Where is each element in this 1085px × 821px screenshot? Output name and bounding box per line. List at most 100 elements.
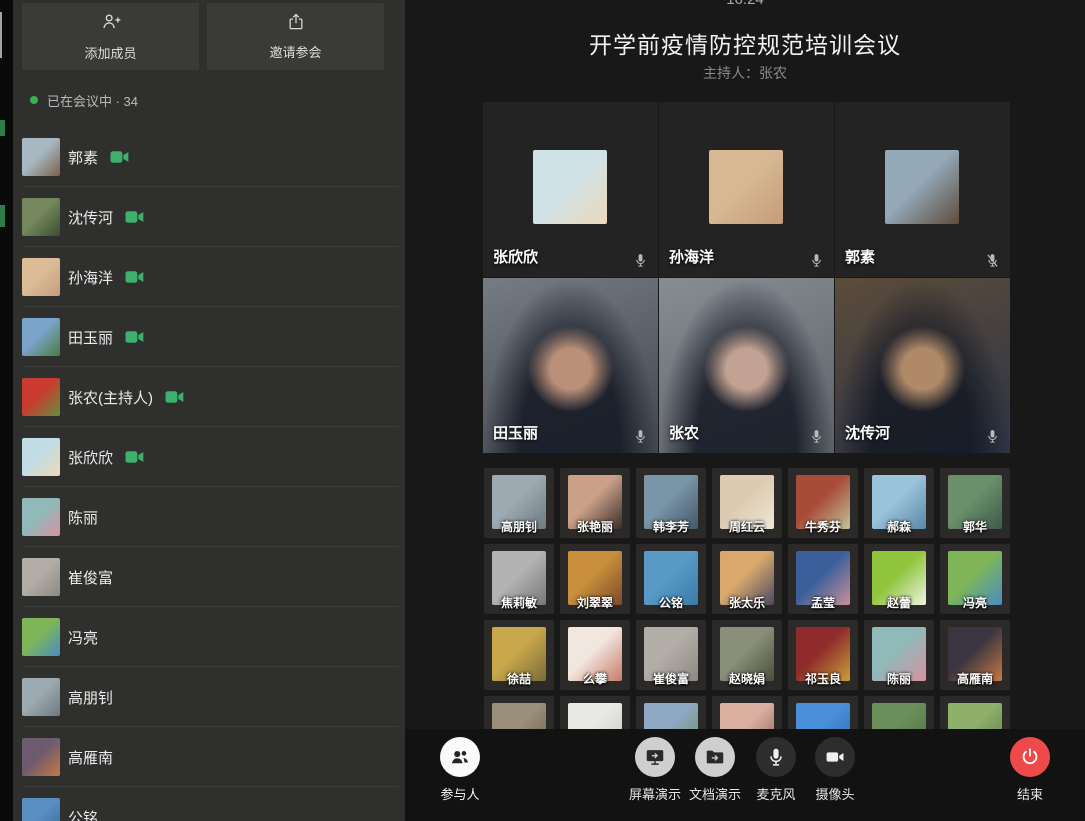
participant-name: 田玉丽	[68, 327, 113, 348]
thumbnail-name: 韩李芳	[636, 518, 706, 535]
thumbnail-tile[interactable]: 崔俊富	[636, 620, 706, 690]
featured-name: 张欣欣	[493, 246, 538, 267]
thumbnail-name: 陈丽	[864, 670, 934, 687]
participant-row[interactable]: 高朋钊	[13, 667, 405, 727]
status-dot	[30, 96, 38, 104]
participant-row[interactable]: 郭素	[13, 127, 405, 187]
invite-label: 邀请参会	[269, 42, 321, 61]
participant-name: 高朋钊	[68, 687, 113, 708]
thumbnail-tile[interactable]: 郝森	[864, 468, 934, 538]
participant-row[interactable]: 张农(主持人)	[13, 367, 405, 427]
edge-fragment	[0, 205, 5, 227]
participant-row[interactable]: 高雁南	[13, 727, 405, 787]
thumbnail-tile[interactable]: 周红云	[712, 468, 782, 538]
camera-icon	[815, 737, 855, 777]
thumbnail-tile[interactable]: 祁玉良	[788, 620, 858, 690]
invite-button[interactable]: 邀请参会	[207, 3, 384, 70]
thumbnail-grid: 高朋钊张艳丽韩李芳周红云牛秀芬郝森郭华焦莉敏刘翠翠公铭张太乐孟莹赵蕾冯亮徐喆么攀…	[484, 468, 1010, 766]
power-icon	[1010, 737, 1050, 777]
clock: 16:24	[405, 0, 1085, 8]
thumbnail-name: 高朋钊	[484, 518, 554, 535]
microphone-icon	[756, 737, 796, 777]
featured-video-tile[interactable]: 沈传河	[835, 278, 1010, 453]
featured-name: 沈传河	[845, 422, 890, 443]
participants-icon	[440, 737, 480, 777]
screen-share-icon	[635, 737, 675, 777]
participant-avatar	[22, 678, 60, 716]
thumbnail-tile[interactable]: 冯亮	[940, 544, 1010, 614]
thumbnail-tile[interactable]: 张太乐	[712, 544, 782, 614]
thumbnail-name: 徐喆	[484, 670, 554, 687]
participant-avatar	[22, 618, 60, 656]
participant-avatar	[22, 798, 60, 821]
participant-avatar	[22, 738, 60, 776]
mic-icon	[632, 428, 649, 445]
participant-row[interactable]: 张欣欣	[13, 427, 405, 487]
thumbnail-tile[interactable]: 孟莹	[788, 544, 858, 614]
participant-row[interactable]: 冯亮	[13, 607, 405, 667]
featured-video-grid: 张欣欣 孙海洋 郭素 田玉丽 张农 沈传河	[483, 102, 1010, 453]
thumbnail-tile[interactable]: 刘翠翠	[560, 544, 630, 614]
meeting-toolbar: 参与人 屏幕演示	[405, 729, 1085, 821]
featured-video-tile[interactable]: 田玉丽	[483, 278, 658, 453]
thumbnail-tile[interactable]: 高雁南	[940, 620, 1010, 690]
meeting-main-area: 16:24 开学前疫情防控规范培训会议 主持人：张农 张欣欣 孙海洋 郭素 田玉…	[405, 0, 1085, 821]
participant-row[interactable]: 陈丽	[13, 487, 405, 547]
add-member-button[interactable]: 添加成员	[22, 3, 199, 70]
camera-on-icon	[125, 450, 144, 464]
participant-name: 郭素	[68, 147, 98, 168]
participant-row[interactable]: 公铭	[13, 787, 405, 821]
thumbnail-name: 郝森	[864, 518, 934, 535]
featured-avatar	[533, 150, 607, 224]
thumbnail-tile[interactable]: 么攀	[560, 620, 630, 690]
thumbnail-tile[interactable]: 郭华	[940, 468, 1010, 538]
share-icon	[286, 12, 306, 35]
camera-on-icon	[125, 270, 144, 284]
thumbnail-tile[interactable]: 高朋钊	[484, 468, 554, 538]
thumbnail-tile[interactable]: 焦莉敏	[484, 544, 554, 614]
thumbnail-name: 崔俊富	[636, 670, 706, 687]
end-meeting-button[interactable]: 结束	[988, 737, 1072, 803]
featured-video-tile[interactable]: 张欣欣	[483, 102, 658, 277]
status-label: 已在会议中 · 34	[47, 91, 138, 110]
thumbnail-tile[interactable]: 徐喆	[484, 620, 554, 690]
participant-avatar	[22, 558, 60, 596]
thumbnail-tile[interactable]: 公铭	[636, 544, 706, 614]
thumbnail-name: 周红云	[712, 518, 782, 535]
camera-on-icon	[110, 150, 129, 164]
thumbnail-tile[interactable]: 牛秀芬	[788, 468, 858, 538]
meeting-title: 开学前疫情防控规范培训会议	[405, 26, 1085, 60]
featured-video-tile[interactable]: 孙海洋	[659, 102, 834, 277]
participant-row[interactable]: 田玉丽	[13, 307, 405, 367]
participant-row[interactable]: 孙海洋	[13, 247, 405, 307]
participant-avatar	[22, 138, 60, 176]
participant-list: 郭素沈传河孙海洋田玉丽张农(主持人)张欣欣陈丽崔俊富冯亮高朋钊高雁南公铭	[13, 127, 405, 821]
featured-avatar	[885, 150, 959, 224]
thumbnail-name: 刘翠翠	[560, 594, 630, 611]
participant-name: 高雁南	[68, 747, 113, 768]
featured-avatar	[709, 150, 783, 224]
thumbnail-name: 张艳丽	[560, 518, 630, 535]
thumbnail-tile[interactable]: 赵蕾	[864, 544, 934, 614]
featured-video-tile[interactable]: 郭素	[835, 102, 1010, 277]
thumbnail-name: 张太乐	[712, 594, 782, 611]
thumbnail-tile[interactable]: 韩李芳	[636, 468, 706, 538]
thumbnail-tile[interactable]: 陈丽	[864, 620, 934, 690]
mic-icon	[632, 252, 649, 269]
mic-muted-icon	[984, 252, 1001, 269]
featured-video-tile[interactable]: 张农	[659, 278, 834, 453]
window-edge-strip	[0, 0, 13, 821]
participant-row[interactable]: 崔俊富	[13, 547, 405, 607]
participant-avatar	[22, 498, 60, 536]
participant-row[interactable]: 沈传河	[13, 187, 405, 247]
camera-button[interactable]: 摄像头	[793, 737, 877, 803]
thumbnail-name: 赵蕾	[864, 594, 934, 611]
edge-fragment	[0, 12, 2, 58]
thumbnail-tile[interactable]: 张艳丽	[560, 468, 630, 538]
thumbnail-tile[interactable]: 赵晓娟	[712, 620, 782, 690]
thumbnail-name: 么攀	[560, 670, 630, 687]
camera-on-icon	[125, 330, 144, 344]
participants-button[interactable]: 参与人	[418, 737, 502, 803]
participant-avatar	[22, 198, 60, 236]
participant-name: 孙海洋	[68, 267, 113, 288]
